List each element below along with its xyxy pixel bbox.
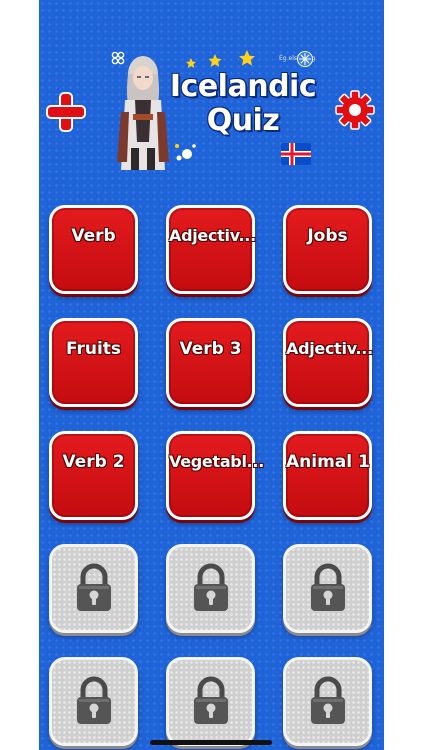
quiz-tile[interactable]: Adjectiv... (166, 205, 256, 294)
bubbles-decoration (175, 144, 196, 161)
iceland-flag-icon (281, 143, 311, 165)
lock-icon (311, 563, 345, 611)
home-indicator (150, 740, 272, 745)
lock-icon (311, 676, 345, 724)
title-line-2: Quiz (206, 103, 280, 138)
locked-quiz-tile[interactable] (283, 544, 372, 633)
settings-gear-icon[interactable] (335, 90, 375, 130)
lock-icon (194, 563, 228, 611)
locked-quiz-tile[interactable] (49, 657, 138, 746)
quiz-tile-label: Verb (71, 226, 116, 246)
title-line-1: Icelandic (169, 69, 317, 104)
lock-icon (77, 676, 111, 724)
quiz-tile-label: Verb 3 (179, 339, 242, 359)
quiz-tile[interactable]: Jobs (283, 205, 372, 294)
quiz-tile[interactable]: Verb 2 (49, 431, 138, 520)
app-title: Icelandic Quiz (163, 70, 323, 138)
quiz-tile-label: Verb 2 (62, 452, 125, 472)
quiz-tile-label: Jobs (307, 226, 348, 246)
locked-quiz-tile[interactable] (166, 657, 255, 746)
quiz-tile-label: Animal 1 (286, 452, 370, 472)
locked-quiz-tile[interactable] (166, 544, 255, 633)
compass-badge-icon (297, 51, 313, 67)
quiz-tile-label: Adjectiv... (169, 226, 256, 245)
quiz-tile-label: Adjectiv... (286, 339, 373, 358)
quiz-tile[interactable]: Vegetabl... (166, 431, 264, 520)
quiz-tile[interactable]: Verb 3 (166, 318, 255, 407)
quiz-tile[interactable]: Adjectiv... (283, 318, 373, 407)
quiz-tile-label: Fruits (65, 339, 122, 359)
quiz-tile[interactable]: Animal 1 (283, 431, 372, 520)
lock-icon (194, 676, 228, 724)
stars-decoration (186, 50, 255, 68)
quiz-tile[interactable]: Verb (49, 205, 138, 294)
app-background: Ég elska þig Icelandic Quiz (39, 0, 384, 750)
locked-quiz-tile[interactable] (49, 544, 138, 633)
add-button[interactable] (46, 92, 86, 132)
quiz-tile-label: Vegetabl... (169, 452, 264, 471)
quiz-tile[interactable]: Fruits (49, 318, 138, 407)
locked-quiz-tile[interactable] (283, 657, 372, 746)
lock-icon (77, 563, 111, 611)
